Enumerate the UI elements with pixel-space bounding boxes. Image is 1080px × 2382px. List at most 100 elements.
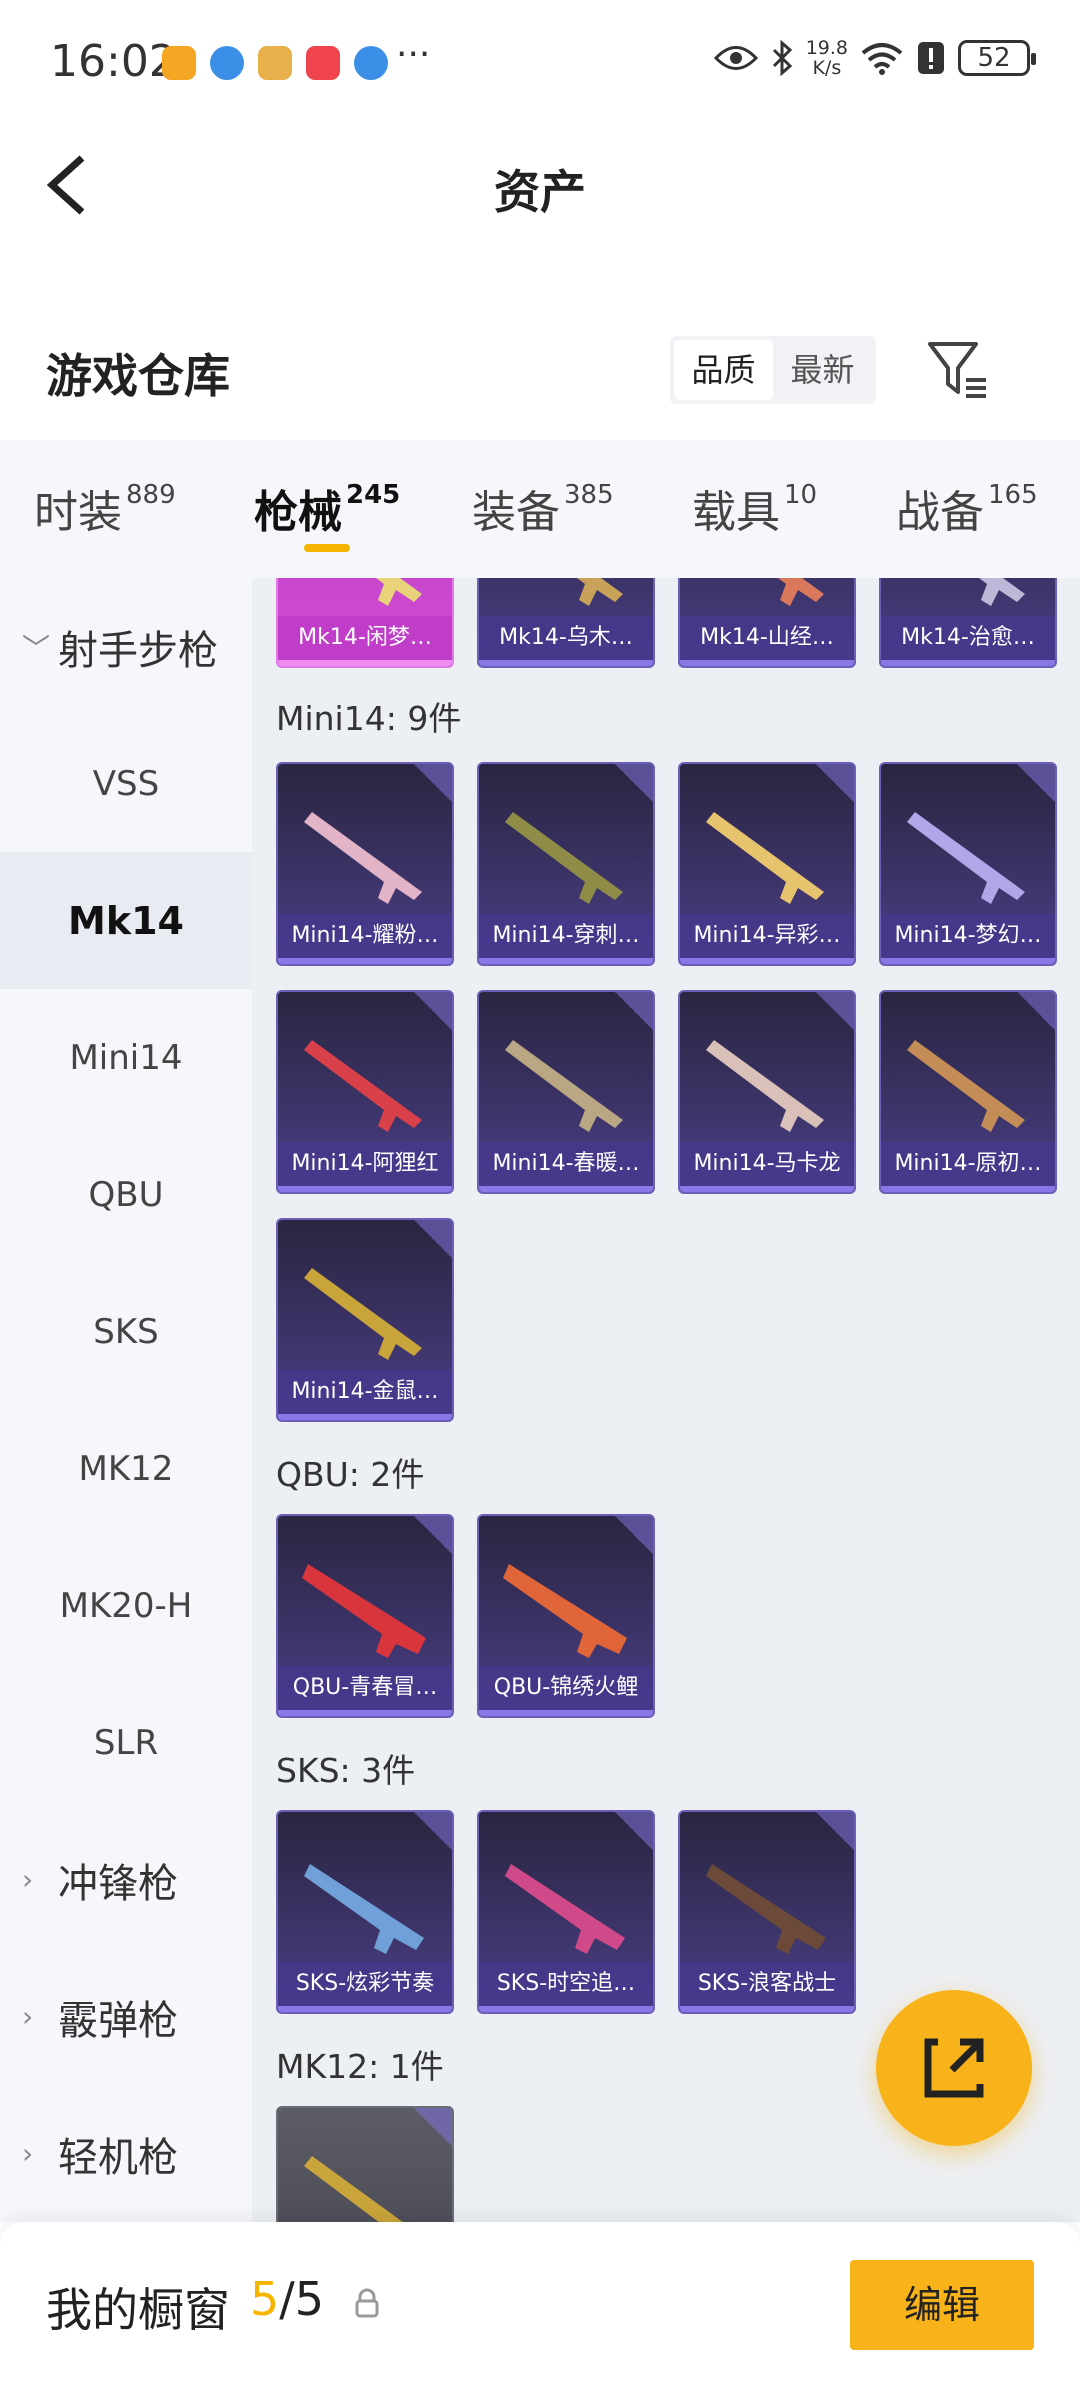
sort-newest-option[interactable]: 最新 (773, 340, 872, 400)
rifle-icon (706, 812, 824, 904)
sidebar-item-qbu[interactable]: QBU (0, 1126, 252, 1263)
rarity-bar (278, 1710, 452, 1716)
weapon-card[interactable]: Mk14-乌木… (477, 578, 655, 668)
weapon-card[interactable]: Mini14-春暖… (477, 990, 655, 1194)
rarity-bar (881, 1186, 1055, 1192)
notification-icons (162, 46, 388, 80)
sidebar-item-mk14[interactable]: Mk14 (0, 852, 252, 989)
weapon-card[interactable]: Mini14-马卡龙 (678, 990, 856, 1194)
sidebar-group-smg[interactable]: › 冲锋枪 (0, 1811, 252, 1948)
rifle-icon (907, 1040, 1025, 1132)
more-notifications-icon: ··· (396, 34, 431, 75)
sidebar-item-slr[interactable]: SLR (0, 1674, 252, 1811)
browser-notification-icon (210, 46, 244, 80)
sort-quality-option[interactable]: 品质 (674, 340, 773, 400)
tab-guns[interactable]: 枪械 245 (254, 476, 400, 540)
shop-notification-icon (306, 46, 340, 80)
lock-icon (355, 2288, 379, 2318)
status-time: 16:02 (50, 36, 177, 87)
chevron-right-icon: › (22, 1863, 34, 1896)
chevron-right-icon: › (22, 2137, 34, 2170)
sidebar-group-lmg[interactable]: › 轻机枪 (0, 2085, 252, 2222)
rarity-bar (278, 2006, 452, 2012)
rifle-icon (304, 1040, 422, 1132)
rarity-bar (680, 1186, 854, 1192)
section-title-mk12: MK12: 1件 (276, 2047, 444, 2086)
weapon-card[interactable]: Mk14-闲梦… (276, 578, 454, 668)
warehouse-title: 游戏仓库 (46, 349, 230, 403)
filter-button[interactable] (926, 338, 990, 402)
rarity-bar (479, 1710, 653, 1716)
browser-notification-icon (354, 46, 388, 80)
rarity-bar (479, 958, 653, 964)
rifle-icon (503, 1564, 627, 1658)
rarity-bar (680, 2006, 854, 2012)
rarity-bar (680, 660, 854, 666)
weapon-card[interactable] (276, 2106, 454, 2222)
eye-icon (713, 46, 758, 70)
rifle-icon (304, 1268, 422, 1360)
rarity-bar (278, 958, 452, 964)
weapon-card[interactable]: SKS-时空追… (477, 1810, 655, 2014)
weapon-card[interactable]: Mk14-山经… (678, 578, 856, 668)
weapon-card[interactable]: Mini14-金鼠… (276, 1218, 454, 1422)
weapon-card[interactable]: QBU-锦绣火鲤 (477, 1514, 655, 1718)
showcase-count: 5/5 (250, 2272, 325, 2326)
rarity-bar (278, 1186, 452, 1192)
rifle-icon (505, 1040, 623, 1132)
sidebar-group-shotgun[interactable]: › 霰弹枪 (0, 1948, 252, 2085)
sidebar-item-mk20h[interactable]: MK20-H (0, 1537, 252, 1674)
rarity-bar (881, 660, 1055, 666)
sidebar-item-mk12[interactable]: MK12 (0, 1400, 252, 1537)
rarity-bar (278, 660, 452, 666)
rifle-icon (304, 2156, 403, 2222)
active-tab-indicator (304, 544, 350, 552)
weapon-card[interactable]: QBU-青春冒… (276, 1514, 454, 1718)
sidebar-group-marksman-rifles[interactable]: ﹀ 射手步枪 (0, 578, 252, 715)
app-notification-icon (162, 46, 196, 80)
sidebar-item-vss[interactable]: VSS (0, 715, 252, 852)
rifle-icon (302, 1564, 426, 1658)
weapon-card[interactable]: SKS-炫彩节奏 (276, 1810, 454, 2014)
category-tabs: 时装 889 枪械 245 装备 385 载具 10 战备 165 (0, 440, 1080, 578)
app-header: 资产 (0, 120, 1080, 250)
weapon-card[interactable]: SKS-浪客战士 (678, 1810, 856, 2014)
wifi-icon (861, 43, 903, 75)
rifle-icon (505, 1864, 625, 1954)
weapon-card[interactable]: Mini14-穿刺… (477, 762, 655, 966)
edit-button[interactable]: 编辑 (850, 2260, 1034, 2350)
tab-vehicles[interactable]: 载具 10 (692, 476, 817, 540)
alert-icon (918, 42, 944, 74)
game-notification-icon (258, 46, 292, 80)
filter-icon (928, 342, 986, 398)
weapon-card[interactable]: Mini14-原初… (879, 990, 1057, 1194)
section-title-qbu: QBU: 2件 (276, 1455, 425, 1494)
rarity-bar (680, 958, 854, 964)
chevron-down-icon: ﹀ (22, 631, 51, 665)
weapon-grid: Mk14-闲梦… Mk14-乌木… Mk14-山经… Mk14-治愈… Mini… (252, 578, 1080, 2222)
rifle-icon (304, 812, 422, 904)
rarity-bar (479, 1186, 653, 1192)
rarity-bar (479, 660, 653, 666)
bluetooth-icon (772, 40, 792, 76)
rifle-icon (706, 1864, 826, 1954)
sidebar-item-sks[interactable]: SKS (0, 1263, 252, 1400)
sidebar-item-mini14[interactable]: Mini14 (0, 989, 252, 1126)
battery-indicator: 52 (958, 40, 1036, 76)
chevron-right-icon: › (22, 2000, 34, 2033)
warehouse-header: 游戏仓库 品质 最新 (0, 310, 1080, 440)
rarity-bar (479, 2006, 653, 2012)
tab-fashion[interactable]: 时装 889 (34, 476, 176, 540)
showcase-title: 我的橱窗 (46, 2283, 230, 2337)
share-fab-button[interactable] (876, 1990, 1032, 2146)
weapon-card[interactable]: Mini14-阿狸红 (276, 990, 454, 1194)
weapon-card[interactable]: Mini14-耀粉… (276, 762, 454, 966)
weapon-card[interactable]: Mini14-异彩… (678, 762, 856, 966)
weapon-card[interactable]: Mini14-梦幻… (879, 762, 1057, 966)
page-title: 资产 (494, 165, 586, 219)
tab-battle-prep[interactable]: 战备 165 (896, 476, 1038, 540)
rifle-icon (505, 812, 623, 904)
weapon-category-sidebar: ﹀ 射手步枪 VSS Mk14 Mini14 QBU SKS MK12 MK20-… (0, 578, 252, 2222)
weapon-card[interactable]: Mk14-治愈… (879, 578, 1057, 668)
tab-equipment[interactable]: 装备 385 (472, 476, 614, 540)
